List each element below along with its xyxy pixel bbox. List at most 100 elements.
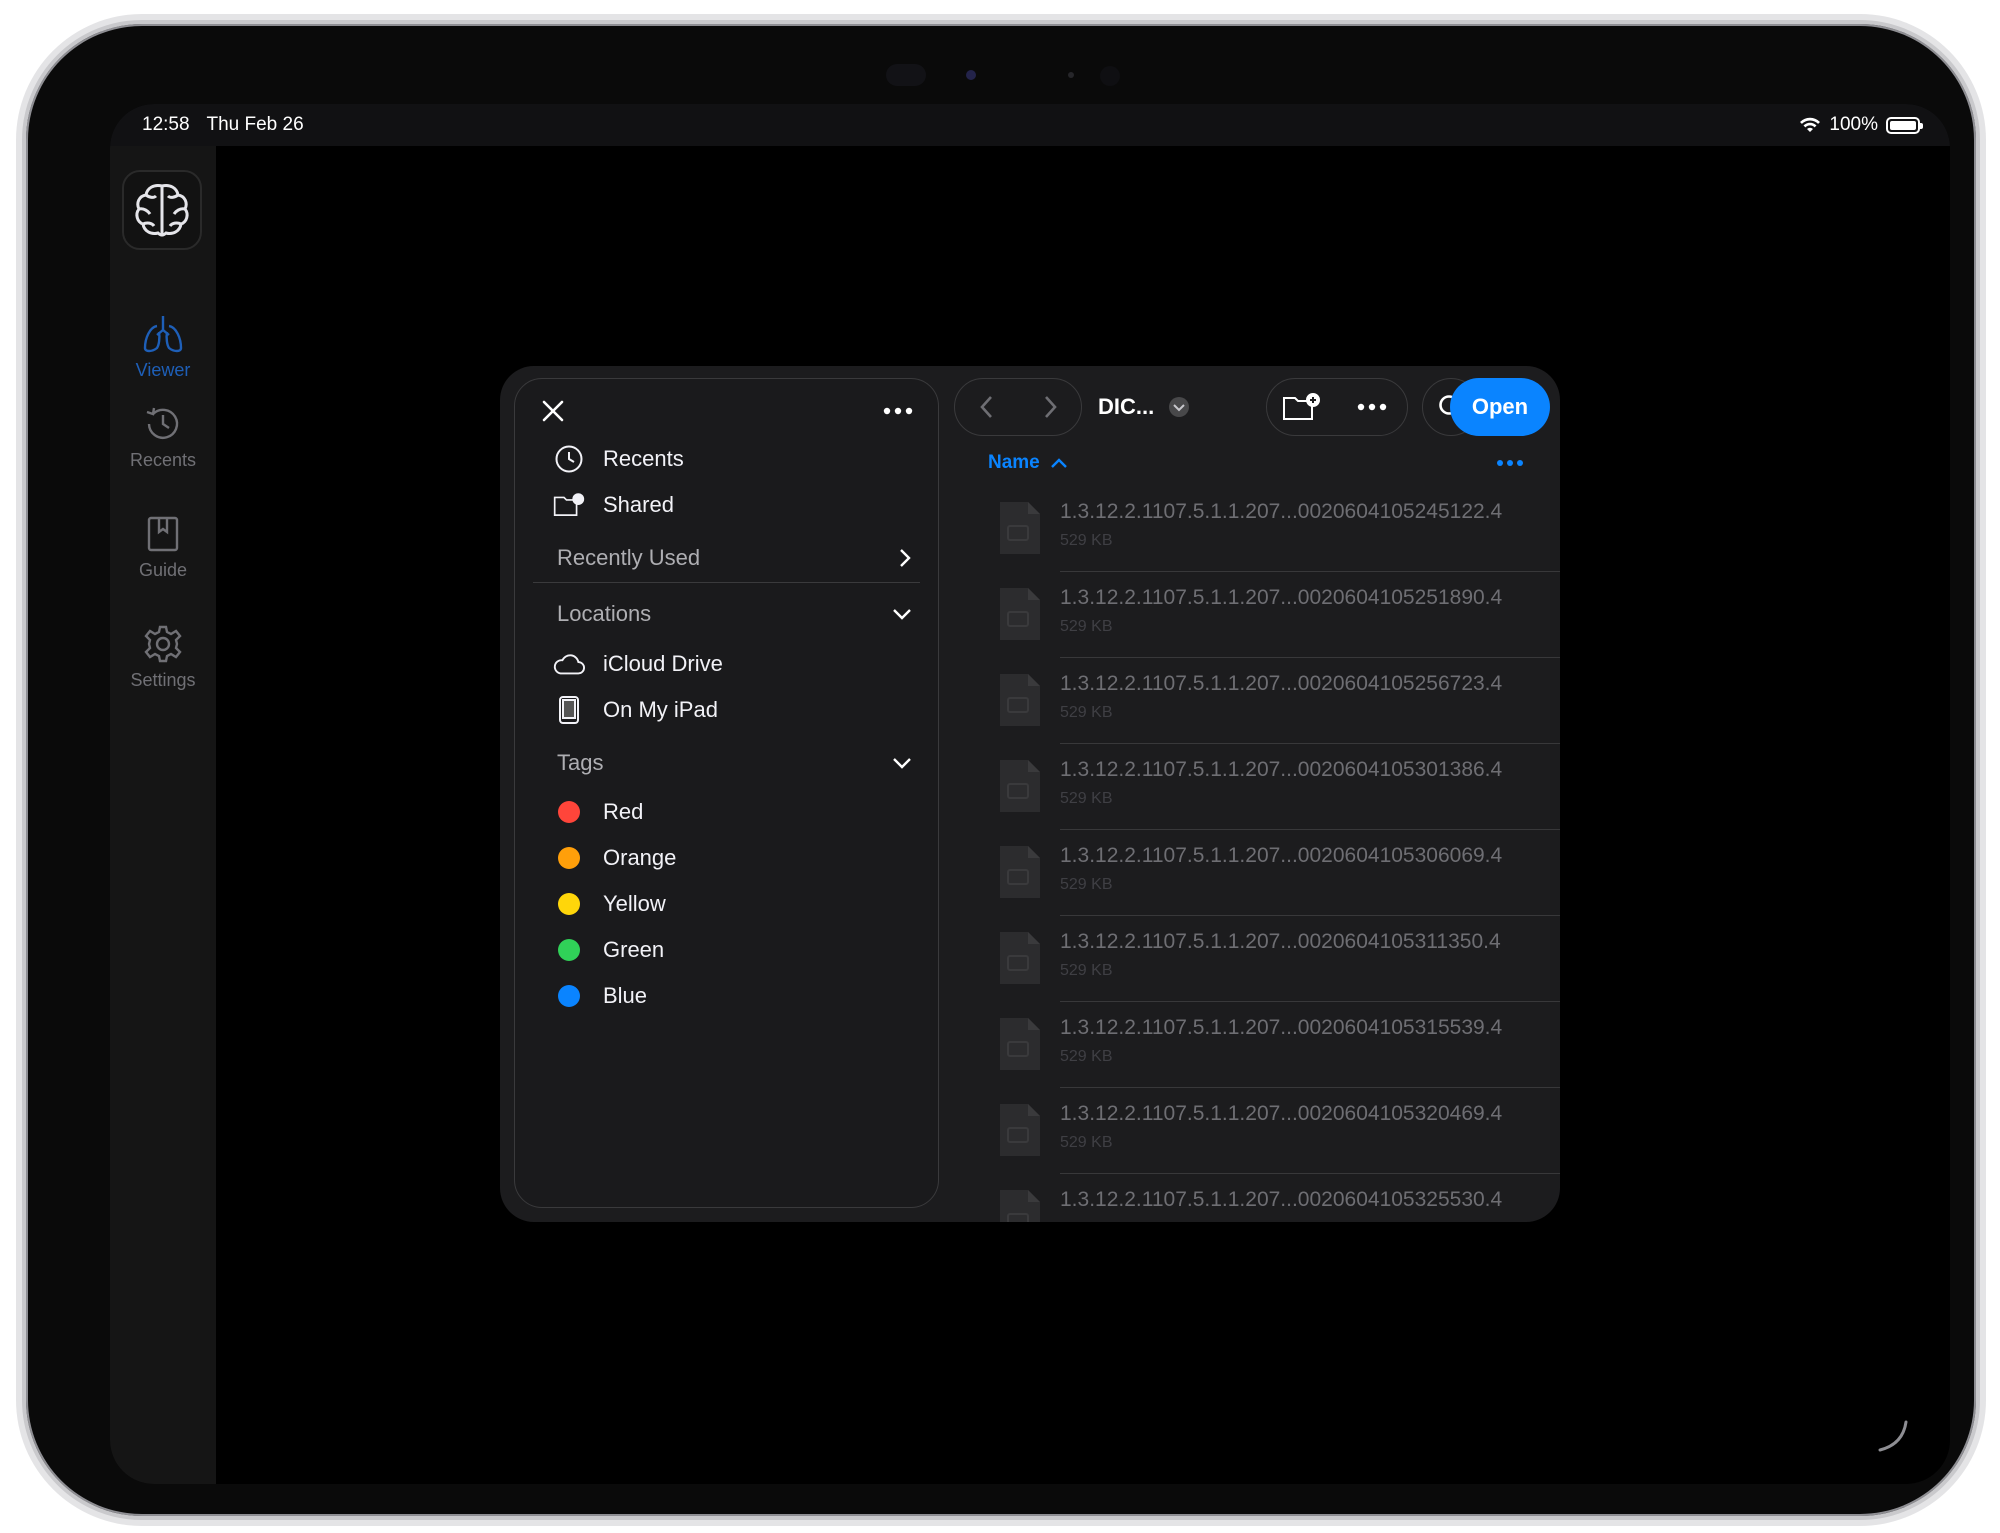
- navigation-pill: [954, 378, 1082, 436]
- shared-folder-icon: [553, 493, 585, 516]
- back-button[interactable]: [955, 378, 1018, 436]
- file-name: 1.3.12.2.1107.5.1.1.207...00206041053113…: [1060, 930, 1501, 953]
- sidebar-divider: [533, 582, 920, 583]
- file-row[interactable]: 1.3.12.2.1107.5.1.1.207...00206041053155…: [988, 1002, 1560, 1088]
- battery-percent: 100%: [1829, 114, 1878, 135]
- document-icon: [1000, 932, 1040, 984]
- list-header: Name: [988, 448, 1528, 478]
- picker-sidebar: Recents Shared Recently Used Locations i…: [514, 378, 939, 1208]
- sidebar-tag-label: Red: [603, 799, 644, 824]
- book-icon: [147, 516, 179, 552]
- toolbar-more-button[interactable]: [1337, 378, 1407, 436]
- sidebar-item-recents-label: Recents: [603, 446, 684, 471]
- ellipsis-icon: [883, 407, 913, 415]
- chevron-down-icon: [893, 758, 911, 769]
- sidebar-tag-red[interactable]: Red: [553, 796, 643, 828]
- file-row[interactable]: 1.3.12.2.1107.5.1.1.207...00206041053113…: [988, 916, 1560, 1002]
- status-date: Thu Feb 26: [206, 114, 304, 135]
- corner-indicator-icon: [1878, 1420, 1908, 1452]
- nav-viewer[interactable]: Viewer: [110, 314, 216, 381]
- file-name: 1.3.12.2.1107.5.1.1.207...00206041053060…: [1060, 844, 1503, 867]
- sidebar-item-icloud-label: iCloud Drive: [603, 651, 723, 676]
- document-icon: [1000, 502, 1040, 554]
- file-name: 1.3.12.2.1107.5.1.1.207...00206041053013…: [1060, 758, 1503, 781]
- nav-guide-label: Guide: [138, 560, 188, 580]
- file-size: 529 KB: [1060, 1134, 1113, 1151]
- close-icon: [542, 400, 564, 422]
- sidebar-item-shared-label: Shared: [603, 492, 674, 517]
- file-row[interactable]: 1.3.12.2.1107.5.1.1.207...00206041053060…: [988, 830, 1560, 916]
- file-size: 529 KB: [1060, 962, 1113, 979]
- file-name: 1.3.12.2.1107.5.1.1.207...00206041053155…: [1060, 1016, 1503, 1039]
- open-button[interactable]: Open: [1450, 378, 1550, 436]
- sidebar-recently-used[interactable]: Recently Used: [557, 545, 912, 571]
- forward-button[interactable]: [1018, 378, 1081, 436]
- tag-color-dot-icon: [558, 893, 580, 915]
- lungs-icon: [143, 316, 183, 353]
- sidebar-tag-blue[interactable]: Blue: [553, 980, 647, 1012]
- tags-header-label: Tags: [557, 750, 604, 775]
- document-icon: [1000, 674, 1040, 726]
- sidebar-tag-label: Orange: [603, 845, 677, 870]
- folder-title-button[interactable]: DIC...: [1098, 378, 1190, 436]
- sidebar-tag-green[interactable]: Green: [553, 934, 664, 966]
- file-size: 529 KB: [1060, 790, 1113, 807]
- document-icon: [1000, 846, 1040, 898]
- app-navigation-rail: Viewer Recents Guide Settings: [110, 146, 216, 1484]
- file-row[interactable]: 1.3.12.2.1107.5.1.1.207...00206041053013…: [988, 744, 1560, 830]
- folder-title: DIC...: [1098, 394, 1155, 419]
- sidebar-tags-header[interactable]: Tags: [557, 750, 912, 776]
- file-row[interactable]: 1.3.12.2.1107.5.1.1.207...00206041052518…: [988, 572, 1560, 658]
- file-row[interactable]: 1.3.12.2.1107.5.1.1.207...00206041052451…: [988, 486, 1560, 572]
- nav-guide[interactable]: Guide: [110, 514, 216, 581]
- file-row[interactable]: 1.3.12.2.1107.5.1.1.207...00206041052567…: [988, 658, 1560, 744]
- ipad-frame: 12:58 Thu Feb 26 100% Viewer Recents Gui…: [22, 20, 1980, 1520]
- clock-icon: [555, 445, 583, 473]
- document-icon: [1000, 588, 1040, 640]
- sidebar-tag-yellow[interactable]: Yellow: [553, 888, 666, 920]
- sidebar-item-icloud[interactable]: iCloud Drive: [553, 648, 723, 680]
- file-name: 1.3.12.2.1107.5.1.1.207...00206041052451…: [1060, 500, 1503, 523]
- file-name: 1.3.12.2.1107.5.1.1.207...00206041053204…: [1060, 1102, 1503, 1125]
- tag-color-dot-icon: [558, 985, 580, 1007]
- chevron-down-circle-icon: [1169, 397, 1190, 417]
- sidebar-more-button[interactable]: [878, 393, 918, 429]
- file-size: 529 KB: [1060, 704, 1113, 721]
- file-row[interactable]: 1.3.12.2.1107.5.1.1.207...00206041053204…: [988, 1088, 1560, 1174]
- sidebar-item-on-my-ipad[interactable]: On My iPad: [553, 694, 718, 726]
- sidebar-tag-label: Green: [603, 937, 665, 962]
- status-time: 12:58: [142, 114, 190, 135]
- sidebar-item-recents[interactable]: Recents: [553, 443, 684, 475]
- document-picker-dialog: Recents Shared Recently Used Locations i…: [500, 366, 1560, 1222]
- screen: 12:58 Thu Feb 26 100% Viewer Recents Gui…: [110, 104, 1950, 1484]
- chevron-left-icon: [979, 396, 992, 418]
- app-logo[interactable]: [122, 170, 202, 250]
- list-options-button[interactable]: [1496, 454, 1524, 472]
- clock-history-icon: [146, 407, 179, 439]
- sidebar-recently-used-label: Recently Used: [557, 545, 701, 570]
- wifi-icon: [1800, 117, 1821, 132]
- nav-recents-label: Recents: [129, 450, 197, 470]
- ipad-icon: [559, 696, 579, 724]
- nav-settings[interactable]: Settings: [110, 624, 216, 691]
- document-icon: [1000, 1018, 1040, 1070]
- sort-by-name-button[interactable]: Name: [988, 452, 1068, 474]
- new-folder-button[interactable]: [1267, 378, 1337, 436]
- chevron-right-icon: [900, 549, 911, 567]
- nav-settings-label: Settings: [130, 670, 196, 690]
- file-size: 529 KB: [1060, 532, 1113, 549]
- file-row[interactable]: 1.3.12.2.1107.5.1.1.207...00206041053255…: [988, 1174, 1560, 1222]
- file-size: 529 KB: [1060, 618, 1113, 635]
- battery-icon: [1886, 116, 1923, 134]
- sidebar-locations-header[interactable]: Locations: [557, 601, 912, 627]
- tag-color-dot-icon: [558, 939, 580, 961]
- file-size: 529 KB: [1060, 1048, 1113, 1065]
- sidebar-tag-orange[interactable]: Orange: [553, 842, 676, 874]
- sidebar-item-shared[interactable]: Shared: [553, 489, 674, 521]
- file-name: 1.3.12.2.1107.5.1.1.207...00206041052518…: [1060, 586, 1503, 609]
- nav-recents[interactable]: Recents: [110, 404, 216, 471]
- file-name: 1.3.12.2.1107.5.1.1.207...00206041053255…: [1060, 1188, 1503, 1211]
- close-button[interactable]: [535, 393, 571, 429]
- tag-color-dot-icon: [558, 847, 580, 869]
- ellipsis-icon: [1497, 460, 1523, 466]
